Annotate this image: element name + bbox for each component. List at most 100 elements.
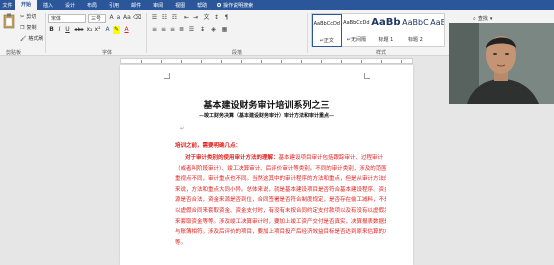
line-spacing-icon[interactable]: ↨: [199, 26, 206, 34]
style-sample: AaBb: [371, 17, 401, 28]
clear-format-icon[interactable]: ⌫: [133, 14, 141, 22]
find-button[interactable]: ⌕ 查找 ▾: [473, 15, 493, 23]
align-right-icon[interactable]: ≡: [169, 26, 176, 34]
change-case-icon[interactable]: Aa: [123, 14, 131, 22]
tab-layout[interactable]: 布局: [81, 2, 103, 9]
copy-label: 复制: [26, 25, 37, 31]
cut-button[interactable]: ✂ 剪切: [20, 13, 37, 21]
tab-review[interactable]: 审阅: [147, 2, 169, 9]
tab-home[interactable]: 开始: [15, 0, 38, 10]
ruler-tick: [221, 60, 222, 63]
highlight-icon[interactable]: ✎: [113, 26, 120, 34]
presenter-video-icon: [449, 23, 554, 104]
borders-icon[interactable]: ▦: [221, 26, 228, 34]
style-sample: AaBbC: [430, 18, 444, 27]
find-label: 查找: [477, 16, 488, 22]
webcam-overlay: [449, 23, 554, 104]
format-painter-button[interactable]: 🖌 格式刷: [20, 35, 44, 43]
copy-icon: ❐: [20, 24, 25, 31]
style-heading-2[interactable]: AaBbC 标题 2: [401, 14, 431, 47]
tab-insert[interactable]: 插入: [37, 2, 59, 9]
font-size-select[interactable]: 三号: [88, 14, 106, 23]
body-line-text: 基本建设项目审计包括跟踪审计、过程审计: [278, 155, 384, 161]
chevron-down-icon: ▾: [489, 15, 493, 22]
body-line: 源是否合法，资金来源是否到位，合同签署是否符合制度规定，是否存在偷工减料，不是否: [175, 197, 386, 204]
increase-indent-icon[interactable]: ⇥: [192, 14, 199, 22]
style-sample: AaBbCcDd: [343, 20, 370, 26]
lightbulb-icon: [217, 3, 222, 7]
copy-button[interactable]: ❐ 复制: [20, 24, 37, 32]
ruler-tick: [361, 60, 362, 63]
style-name: 标题 2: [408, 37, 423, 43]
style-name: ↵正文: [319, 38, 334, 44]
scissors-icon: ✂: [20, 13, 25, 20]
margin-corner-mark: [364, 73, 370, 79]
style-heading-1[interactable]: AaBb 标题 1: [371, 14, 401, 47]
file-tab[interactable]: 文件: [0, 2, 15, 9]
align-left-icon[interactable]: ≡: [151, 26, 158, 34]
font-group-label: 字体: [102, 50, 113, 56]
multilevel-list-icon[interactable]: ☶: [171, 14, 178, 22]
sort-icon[interactable]: ↕: [213, 14, 220, 22]
document-page[interactable]: 基本建设财务审计培训系列之三 —竣工财务决算（基本建设财务审计）审计方法和审计重…: [120, 65, 413, 265]
style-normal[interactable]: AaBbCcDd ↵正文: [312, 14, 342, 47]
text-effects-icon[interactable]: A: [104, 26, 111, 34]
align-center-icon[interactable]: ≡: [160, 26, 167, 34]
shrink-font-icon[interactable]: a: [115, 14, 122, 22]
style-sample: AaBbC: [402, 18, 429, 27]
distributed-icon[interactable]: ☰: [188, 26, 195, 34]
show-marks-icon[interactable]: ¶: [223, 14, 230, 22]
horizontal-ruler[interactable]: [120, 58, 413, 64]
paragraph-lead: 对于审计类别的使用审计方法的理解：: [185, 155, 279, 161]
tab-references[interactable]: 引用: [103, 2, 125, 9]
body-line: 以虚假合同来套取资金、资金支付时，有没有未按合同约定支付款项以及有没有以虚假发票: [175, 207, 386, 214]
decrease-indent-icon[interactable]: ⇤: [183, 14, 190, 22]
tab-view[interactable]: 视图: [169, 2, 191, 9]
bold-button[interactable]: B: [48, 26, 55, 34]
paragraph-group-label: 段落: [232, 50, 243, 56]
margin-corner-mark: [164, 73, 170, 79]
body-line: 来说，方法和重点大同小异。总体来说，就是基本建设项目是否符合基本建设程序、资金来: [175, 186, 386, 193]
paragraph-mark-icon: ↵: [180, 126, 185, 132]
italic-button[interactable]: I: [56, 26, 63, 34]
body-line: 等。: [175, 239, 187, 246]
style-sample: AaBbCcDd: [313, 21, 340, 27]
body-line: 重视点不同，审计重点也不同。当然这其中的审计程序的方法和重点，但是从审计方法的: [175, 176, 386, 183]
tell-me-label: 操作说明搜索: [223, 2, 254, 9]
ruler-tick: [261, 60, 262, 63]
ruler-tick: [181, 60, 182, 63]
document-subtitle: —竣工财务决算（基本建设财务审计）审计方法和审计重点—: [198, 113, 334, 119]
style-no-spacing[interactable]: AaBbCcDd ↵无间隔: [342, 14, 372, 47]
ruler-tick: [401, 60, 402, 63]
ruler-tick: [281, 60, 282, 63]
body-line: 对于审计类别的使用审计方法的理解：基本建设项目审计包括跟踪审计、过程审计: [175, 153, 386, 164]
document-body: 对于审计类别的使用审计方法的理解：基本建设项目审计包括跟踪审计、过程审计 （或者…: [175, 153, 386, 248]
ruler-tick: [301, 60, 302, 63]
ruler-tick: [201, 60, 202, 63]
grow-font-icon[interactable]: A: [108, 14, 115, 22]
strikethrough-button[interactable]: abc: [73, 26, 85, 34]
bullets-icon[interactable]: ☰: [151, 14, 158, 22]
style-name: ↵无间隔: [346, 37, 366, 43]
justify-icon[interactable]: ≣: [178, 26, 185, 34]
underline-button[interactable]: U: [64, 26, 71, 34]
tab-design[interactable]: 设计: [59, 2, 81, 9]
font-name-select[interactable]: 宋体: [48, 14, 86, 23]
subscript-button[interactable]: x₂: [86, 26, 93, 34]
cut-label: 剪切: [26, 14, 37, 20]
ruler-tick: [241, 60, 242, 63]
font-color-button[interactable]: A: [123, 26, 130, 34]
tell-me-search[interactable]: 操作说明搜索: [217, 2, 253, 9]
chinese-layout-icon[interactable]: 文: [203, 14, 210, 22]
style-title[interactable]: AaBbC: [430, 14, 444, 47]
font-size-value: 三号: [91, 16, 102, 22]
tab-help[interactable]: 帮助: [191, 2, 213, 9]
numbering-icon[interactable]: ☷: [161, 14, 168, 22]
paste-icon[interactable]: [3, 13, 15, 29]
format-painter-label: 格式刷: [28, 36, 44, 42]
superscript-button[interactable]: x²: [94, 26, 101, 34]
tab-mailings[interactable]: 邮件: [125, 2, 147, 9]
ruler-tick: [141, 60, 142, 63]
shading-icon[interactable]: ◈: [210, 26, 217, 34]
group-divider: [45, 13, 46, 53]
